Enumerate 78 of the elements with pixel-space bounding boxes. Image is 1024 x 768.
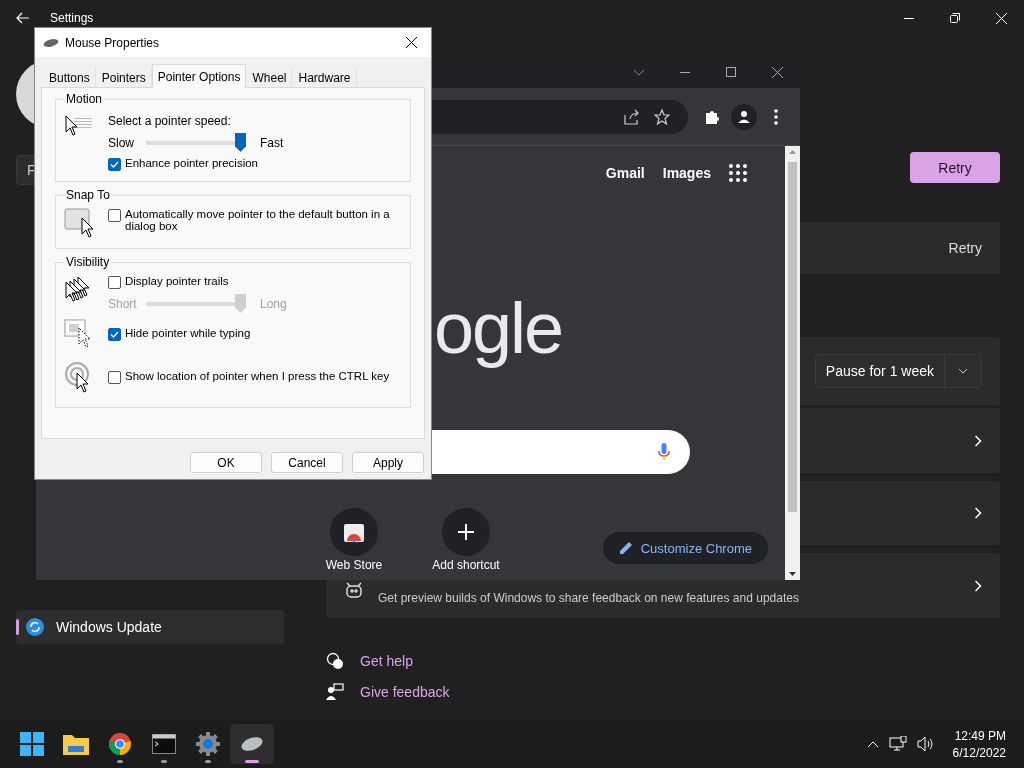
chevron-right-icon[interactable]: [974, 507, 982, 519]
speed-label: Select a pointer speed:: [108, 114, 232, 128]
scroll-down-icon[interactable]: [789, 572, 796, 576]
network-icon[interactable]: [888, 736, 907, 752]
help-link[interactable]: Give feedback: [326, 683, 1000, 701]
checkbox[interactable]: [108, 158, 121, 171]
help-link[interactable]: Get help: [326, 652, 1000, 670]
browser-icon: [108, 732, 132, 756]
minimize-icon[interactable]: [680, 71, 690, 73]
close-icon[interactable]: [405, 37, 417, 48]
terminal-icon: [152, 734, 176, 754]
header-link[interactable]: Images: [662, 165, 711, 181]
scrollbar[interactable]: [785, 146, 800, 580]
taskbar-app[interactable]: [230, 724, 274, 764]
insider-description: Get preview builds of Windows to share feedback on new features and updates: [378, 591, 799, 605]
pause-option[interactable]: Pause for 1 week: [815, 355, 945, 387]
puzzle-icon[interactable]: [704, 108, 721, 125]
dialog-button[interactable]: OK: [190, 452, 262, 473]
mouse-icon: [240, 736, 264, 752]
caret-icon: [958, 368, 968, 374]
shortcut-tile[interactable]: [330, 508, 378, 556]
dialog-title: Mouse Properties: [65, 35, 160, 50]
folder-icon: [63, 733, 89, 755]
start-icon: [20, 732, 44, 756]
checkbox-label: Enhance pointer precision: [125, 157, 258, 169]
feedback-icon: [326, 683, 344, 701]
dialog-button[interactable]: Cancel: [271, 452, 343, 473]
tab[interactable]: Pointer Options: [151, 64, 247, 88]
chevron-right-icon[interactable]: [974, 434, 982, 447]
checkbox-label: Display pointer trails: [125, 275, 229, 287]
menu-icon[interactable]: [774, 108, 779, 125]
volume-icon[interactable]: [916, 736, 935, 752]
apps-icon[interactable]: [729, 164, 747, 182]
retry-link[interactable]: Retry: [948, 240, 982, 256]
customize-button[interactable]: Customize Chrome: [602, 532, 768, 564]
clock-time: 12:49 PM: [954, 728, 1006, 743]
group-title: Motion: [65, 92, 104, 106]
retry-button[interactable]: Retry: [910, 152, 1000, 183]
chevron-right-icon[interactable]: [974, 579, 982, 592]
slider-max-label: Long: [260, 296, 287, 311]
mouse-icon: [43, 37, 59, 48]
minimize-icon[interactable]: [904, 17, 914, 19]
clock-date: 6/12/2022: [952, 745, 1006, 760]
close-icon[interactable]: [771, 66, 783, 78]
tab-search-icon[interactable]: [633, 68, 645, 76]
shortcut-label: Add shortcut: [432, 558, 500, 572]
profile-icon[interactable]: [731, 103, 758, 130]
checkbox[interactable]: [108, 328, 121, 341]
shortcut-tile[interactable]: [442, 508, 490, 556]
group-title: Snap To: [65, 188, 111, 202]
checkbox[interactable]: [108, 209, 121, 222]
checkbox-label: Hide pointer while typing: [125, 327, 251, 339]
header-link[interactable]: Gmail: [605, 165, 645, 181]
shortcut-label: Web Store: [325, 558, 383, 572]
dialog-button[interactable]: Apply: [352, 452, 424, 473]
window-title: Settings: [50, 11, 94, 25]
slider-min-label: Short: [108, 296, 138, 311]
group-title: Visibility: [65, 255, 111, 269]
chevron-up-icon[interactable]: [866, 740, 879, 748]
checkbox-label: Automatically move pointer to the default button in a dialog box: [125, 208, 391, 232]
pencil-icon: [618, 541, 633, 555]
back-icon[interactable]: [16, 12, 30, 24]
logo-text: ogle: [434, 288, 563, 368]
store-icon: [343, 521, 365, 543]
nav-item[interactable]: Windows Update: [16, 610, 284, 644]
star-icon[interactable]: [654, 108, 671, 125]
checkbox-label: Show location of pointer when I press the CTRL key: [125, 370, 390, 382]
share-icon[interactable]: [624, 108, 641, 125]
gear-icon: [196, 732, 220, 756]
update-icon: [26, 618, 44, 636]
plus-icon: [458, 524, 474, 540]
pause-dropdown[interactable]: Pause for 1 week: [814, 354, 982, 388]
checkbox[interactable]: [108, 371, 121, 384]
slider-min-label: Slow: [108, 135, 135, 150]
microphone-icon[interactable]: [658, 443, 670, 461]
slider-max-label: Fast: [260, 135, 284, 150]
restore-icon[interactable]: [950, 13, 960, 23]
maximize-icon[interactable]: [726, 67, 736, 77]
